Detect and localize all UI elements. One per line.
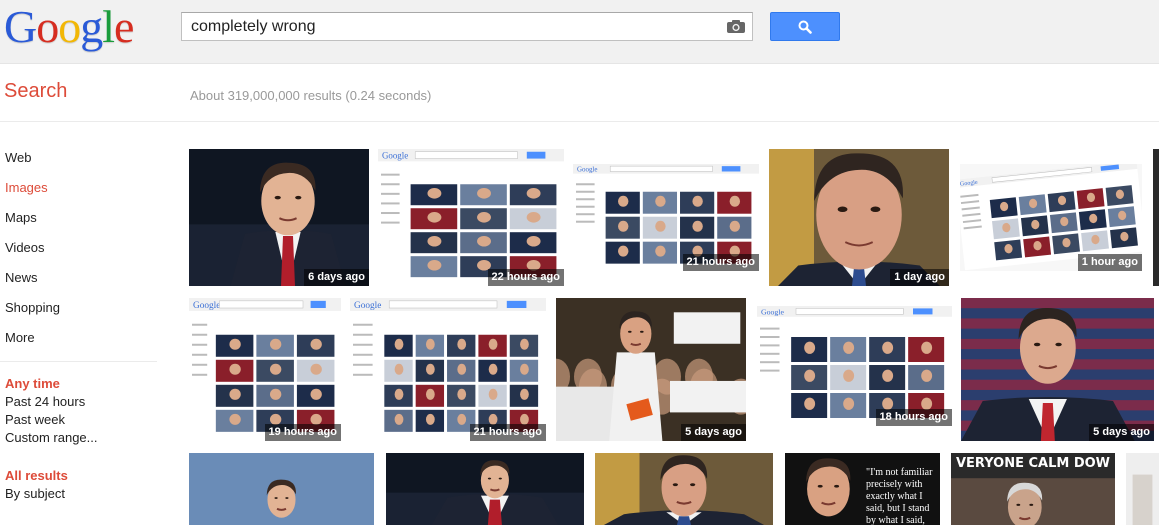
image-age-badge: 1 day ago	[890, 269, 949, 286]
image-result[interactable]: 5 days ago	[556, 298, 746, 441]
search-type-list: Web Images Maps Videos News Shopping More	[0, 148, 170, 358]
image-age-badge: 19 hours ago	[264, 424, 341, 441]
logo-letter: o	[58, 1, 81, 52]
meme-quote-text: "I'm not familiar precisely with exactly w…	[866, 467, 932, 525]
logo-letter: l	[102, 1, 115, 52]
sidebar-item-images[interactable]: Images	[0, 178, 170, 208]
left-nav: Web Images Maps Videos News Shopping More Any …	[0, 148, 170, 503]
image-age-badge: 5 days ago	[681, 424, 746, 441]
image-thumbnail: Google	[350, 298, 546, 441]
logo-letter: g	[80, 1, 103, 52]
image-result[interactable]: Google 22 hours ago	[378, 149, 564, 286]
image-result[interactable]: 5 days ago	[961, 298, 1154, 441]
image-thumbnail	[189, 453, 374, 525]
image-result[interactable]: VERYONE CALM DOW	[951, 453, 1115, 525]
image-result[interactable]	[189, 453, 374, 525]
image-thumbnail	[769, 149, 949, 286]
image-age-badge: 22 hours ago	[487, 269, 564, 286]
image-result[interactable]: Google 21 hours ago	[573, 164, 759, 271]
image-age-badge: 5 days ago	[1089, 424, 1154, 441]
google-logo[interactable]: Google	[4, 1, 134, 52]
image-result[interactable]	[386, 453, 584, 525]
logo-letter: o	[36, 1, 59, 52]
sidebar-item-web[interactable]: Web	[0, 148, 170, 178]
image-thumbnail: Google	[378, 149, 564, 286]
image-result[interactable]: 1 day ago	[769, 149, 949, 286]
results-filter: All results By subject	[0, 467, 170, 503]
time-filter-heading[interactable]: Any time	[0, 375, 170, 393]
magnifier-icon	[798, 20, 812, 34]
image-result[interactable]	[595, 453, 773, 525]
image-result[interactable]	[1126, 453, 1159, 525]
image-age-badge: 6 days ago	[304, 269, 369, 286]
result-stats: About 319,000,000 results (0.24 seconds)	[190, 88, 432, 103]
results-filter-heading[interactable]: All results	[0, 467, 170, 485]
image-result[interactable]: Google 19 hours ago	[189, 298, 341, 441]
image-thumbnail: Google	[757, 306, 952, 426]
image-thumbnail	[189, 149, 369, 286]
svg-text:Google: Google	[382, 151, 408, 161]
top-bar: Google	[0, 0, 1159, 64]
sidebar-item-shopping[interactable]: Shopping	[0, 298, 170, 328]
time-filter: Any time Past 24 hours Past week Custom ra…	[0, 375, 170, 447]
meme-quote-line: "I'm not familiar	[866, 467, 933, 478]
time-filter-option[interactable]: Past 24 hours	[0, 393, 170, 411]
page-title: Search	[4, 80, 68, 102]
image-thumbnail: Google	[189, 298, 341, 441]
image-result[interactable]: Google 18 hours ago	[757, 306, 952, 426]
search-button[interactable]	[770, 12, 840, 41]
meme-quote-line: said, but I stand	[866, 503, 930, 514]
image-age-badge: 1 hour ago	[1077, 254, 1142, 271]
search-input[interactable]	[182, 13, 722, 40]
nav-divider	[0, 361, 157, 362]
image-age-badge: 18 hours ago	[875, 409, 952, 426]
svg-text:Google: Google	[577, 165, 597, 173]
meme-quote-line: precisely with	[866, 479, 923, 490]
image-thumbnail	[556, 298, 746, 441]
image-result[interactable]: Google 1 hour ago	[960, 164, 1142, 271]
image-thumbnail	[1126, 453, 1159, 525]
image-result[interactable]: 6 days ago	[189, 149, 369, 286]
image-result-partial[interactable]	[1153, 149, 1159, 286]
logo-letter: G	[4, 1, 37, 52]
image-result[interactable]: Google 21 hours ago	[350, 298, 546, 441]
camera-icon[interactable]	[726, 19, 746, 34]
meme-quote-line: by what I said,	[866, 515, 925, 525]
svg-text:Google: Google	[354, 301, 381, 311]
time-filter-option[interactable]: Custom range...	[0, 429, 170, 447]
sidebar-item-maps[interactable]: Maps	[0, 208, 170, 238]
meme-caption-text: VERYONE CALM DOW	[955, 456, 1111, 471]
time-filter-option[interactable]: Past week	[0, 411, 170, 429]
image-thumbnail	[595, 453, 773, 525]
logo-letter: e	[114, 1, 134, 52]
image-age-badge: 21 hours ago	[682, 254, 759, 271]
meme-quote-line: exactly what I	[866, 491, 923, 502]
header-divider	[0, 121, 1159, 122]
sidebar-item-videos[interactable]: Videos	[0, 238, 170, 268]
svg-text:Google: Google	[761, 307, 784, 316]
sidebar-item-news[interactable]: News	[0, 268, 170, 298]
svg-text:Google: Google	[193, 301, 220, 311]
sidebar-item-more[interactable]: More	[0, 328, 170, 358]
image-thumbnail	[386, 453, 584, 525]
results-filter-option[interactable]: By subject	[0, 485, 170, 503]
image-result[interactable]: "I'm not familiar precisely with exactly w…	[785, 453, 940, 525]
image-thumbnail	[961, 298, 1154, 441]
search-box[interactable]	[181, 12, 753, 41]
image-age-badge: 21 hours ago	[469, 424, 546, 441]
